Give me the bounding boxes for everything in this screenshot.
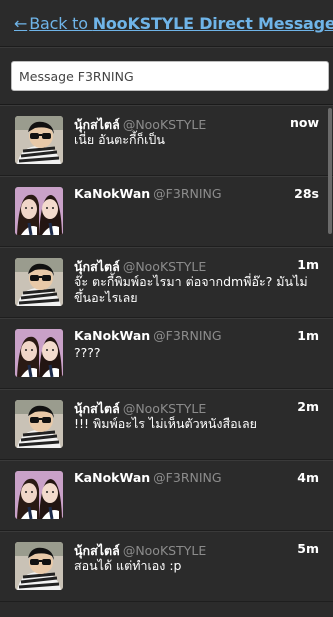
sender-display-name: นุ้กสไตล์ [74,543,120,558]
avatar[interactable] [15,400,63,448]
sender-handle: @NooKSTYLE [122,117,207,132]
sender-name[interactable]: KaNokWan @F3RNING [74,186,222,201]
compose-bar [0,47,333,105]
message-item[interactable]: KaNokWan @F3RNING 1m???? [0,318,333,389]
sender-name[interactable]: KaNokWan @F3RNING [74,328,222,343]
message-timestamp[interactable]: 1m [297,328,319,343]
sender-display-name: นุ้กสไตล์ [74,259,120,274]
sender-name[interactable]: KaNokWan @F3RNING [74,470,222,485]
message-item[interactable]: KaNokWan @F3RNING 28s [0,176,333,247]
sender-handle: @F3RNING [153,470,222,485]
dm-conversation-panel: ←Back to NooKSTYLE Direct Messages นุ้กส… [0,0,333,617]
sender-handle: @F3RNING [153,186,222,201]
header: ← Back to NooKSTYLE Direct Messages [0,0,333,47]
sender-display-name: นุ้กสไตล์ [74,117,120,132]
sender-display-name: KaNokWan [74,470,151,485]
message-text: สอนได้ แต่ทำเอง :p [74,558,182,573]
sender-display-name: KaNokWan [74,328,151,343]
message-timestamp[interactable]: 4m [297,470,319,485]
message-item[interactable]: นุ้กสไตล์ @NooKSTYLE 5m สอนได้ แต่ทำเอง :p [0,531,333,602]
message-input[interactable] [11,61,329,91]
avatar[interactable] [15,258,63,306]
message-timestamp[interactable]: 5m [297,541,319,556]
message-item[interactable]: นุ้กสไตล์ @NooKSTYLE 1m จ๊ะ ตะกี้พิมพ์อะไรม… [0,247,333,318]
message-item[interactable]: KaNokWan @F3RNING 4m [0,460,333,531]
avatar[interactable] [15,471,63,519]
sender-display-name: KaNokWan [74,186,151,201]
message-text: เนี่ย อันตะกี้ก็เป็น [74,132,165,147]
message-timestamp[interactable]: 2m [297,399,319,414]
message-list: นุ้กสไตล์ @NooKSTYLE now เนี่ย อันตะกี้ก็เป… [0,105,333,602]
sender-handle: @NooKSTYLE [122,259,207,274]
scrollbar-thumb[interactable] [328,108,332,234]
back-to-direct-messages-link[interactable]: ← Back to NooKSTYLE Direct Messages [14,14,333,33]
sender-handle: @NooKSTYLE [122,401,207,416]
message-timestamp[interactable]: 1m [297,257,319,272]
sender-handle: @F3RNING [153,328,222,343]
sender-display-name: นุ้กสไตล์ [74,401,120,416]
avatar[interactable] [15,187,63,235]
message-text: จ๊ะ ตะกี้พิมพ์อะไรมา ต่อจากdmพี่อ๊ะ? มัน… [74,274,308,305]
message-timestamp[interactable]: 28s [294,186,319,201]
back-link-handle: NooKSTYLE Direct Messages [92,14,333,33]
message-text: ???? [74,345,101,360]
avatar[interactable] [15,542,63,590]
avatar[interactable] [15,329,63,377]
back-link-prefix: Back to [29,14,93,33]
back-arrow-icon: ← [14,14,28,33]
message-item[interactable]: นุ้กสไตล์ @NooKSTYLE now เนี่ย อันตะกี้ก็เป… [0,105,333,176]
sender-handle: @NooKSTYLE [122,543,207,558]
message-item[interactable]: นุ้กสไตล์ @NooKSTYLE 2m !!! พิมพ์อะไร ไม่เห… [0,389,333,460]
avatar[interactable] [15,116,63,164]
message-text: !!! พิมพ์อะไร ไม่เห็นตัวหนังสือเลย [74,416,257,431]
message-timestamp[interactable]: now [290,115,319,130]
